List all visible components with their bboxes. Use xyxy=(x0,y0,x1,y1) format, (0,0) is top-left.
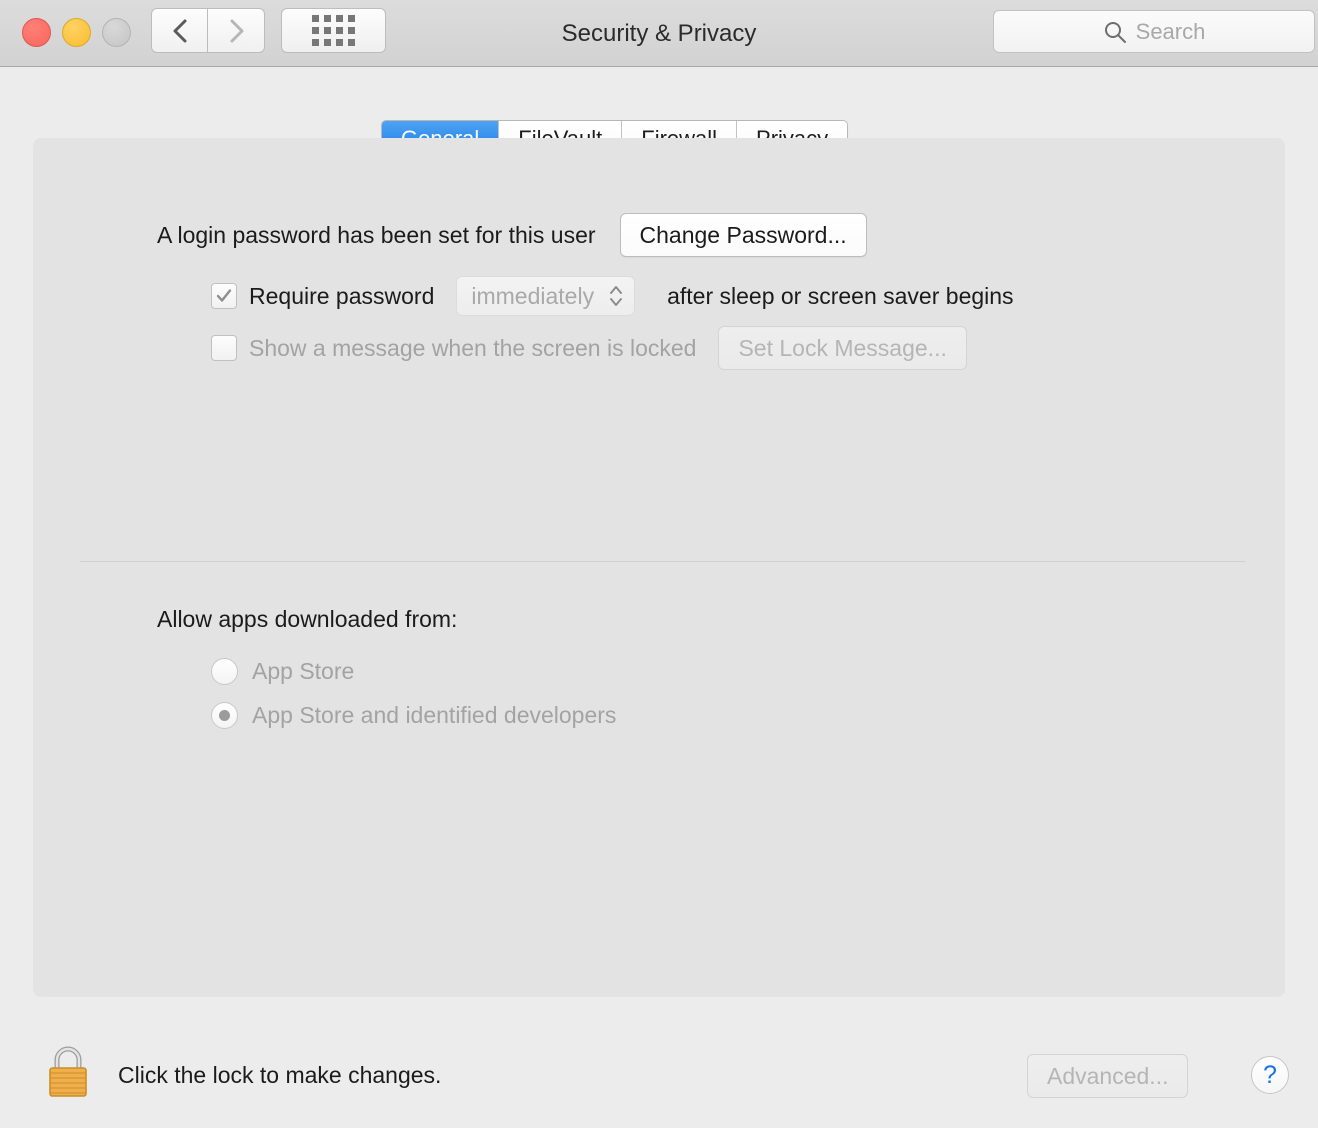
traffic-light-group xyxy=(22,18,131,47)
require-password-delay-value: immediately xyxy=(471,282,595,309)
password-status-label: A login password has been set for this u… xyxy=(157,221,596,248)
allow-apps-heading: Allow apps downloaded from: xyxy=(157,606,458,632)
forward-chevron-icon xyxy=(230,19,244,42)
chevron-up-down-icon xyxy=(610,286,623,306)
navigation-buttons xyxy=(151,8,265,53)
radio-app-store-label: App Store xyxy=(252,658,355,684)
require-password-checkbox[interactable] xyxy=(211,283,237,309)
allow-apps-option-app-store[interactable]: App Store xyxy=(211,658,354,685)
allow-apps-option-identified-developers[interactable]: App Store and identified developers xyxy=(211,702,616,729)
require-password-delay-popup[interactable]: immediately xyxy=(456,276,636,316)
checkmark-icon xyxy=(216,289,232,302)
search-icon xyxy=(1104,21,1126,43)
require-password-row: Require password immediately after sleep… xyxy=(211,276,1014,316)
zoom-button[interactable] xyxy=(102,18,131,47)
search-field[interactable]: Search xyxy=(993,10,1315,53)
lock-message-label: Show a message when the screen is locked xyxy=(249,334,697,361)
back-chevron-icon xyxy=(173,19,186,42)
grid-icon xyxy=(312,15,355,46)
require-password-label: Require password xyxy=(249,282,435,309)
closed-padlock-icon xyxy=(49,1046,87,1097)
radio-identified-developers[interactable] xyxy=(211,702,238,729)
radio-identified-developers-label: App Store and identified developers xyxy=(252,702,617,728)
window-toolbar: Security & Privacy Search xyxy=(0,0,1318,67)
advanced-button[interactable]: Advanced... xyxy=(1027,1054,1189,1098)
allow-apps-heading-row: Allow apps downloaded from: xyxy=(157,606,457,633)
search-placeholder: Search xyxy=(1135,18,1206,44)
show-all-button[interactable] xyxy=(281,8,386,53)
lock-button[interactable] xyxy=(44,1043,92,1104)
lock-message-row: Show a message when the screen is locked… xyxy=(211,326,967,370)
back-button[interactable] xyxy=(151,8,208,53)
close-button[interactable] xyxy=(22,18,51,47)
set-lock-message-button[interactable]: Set Lock Message... xyxy=(718,326,967,370)
require-password-suffix-label: after sleep or screen saver begins xyxy=(667,282,1014,309)
minimize-button[interactable] xyxy=(62,18,91,47)
lock-message-checkbox[interactable] xyxy=(211,335,237,361)
help-button[interactable]: ? xyxy=(1251,1056,1289,1094)
forward-button[interactable] xyxy=(208,8,265,53)
lock-note-label: Click the lock to make changes. xyxy=(118,1062,442,1088)
change-password-button[interactable]: Change Password... xyxy=(619,213,867,257)
login-password-row: A login password has been set for this u… xyxy=(157,213,867,257)
general-pane: A login password has been set for this u… xyxy=(33,138,1285,997)
section-divider xyxy=(80,561,1245,562)
radio-app-store[interactable] xyxy=(211,658,238,685)
